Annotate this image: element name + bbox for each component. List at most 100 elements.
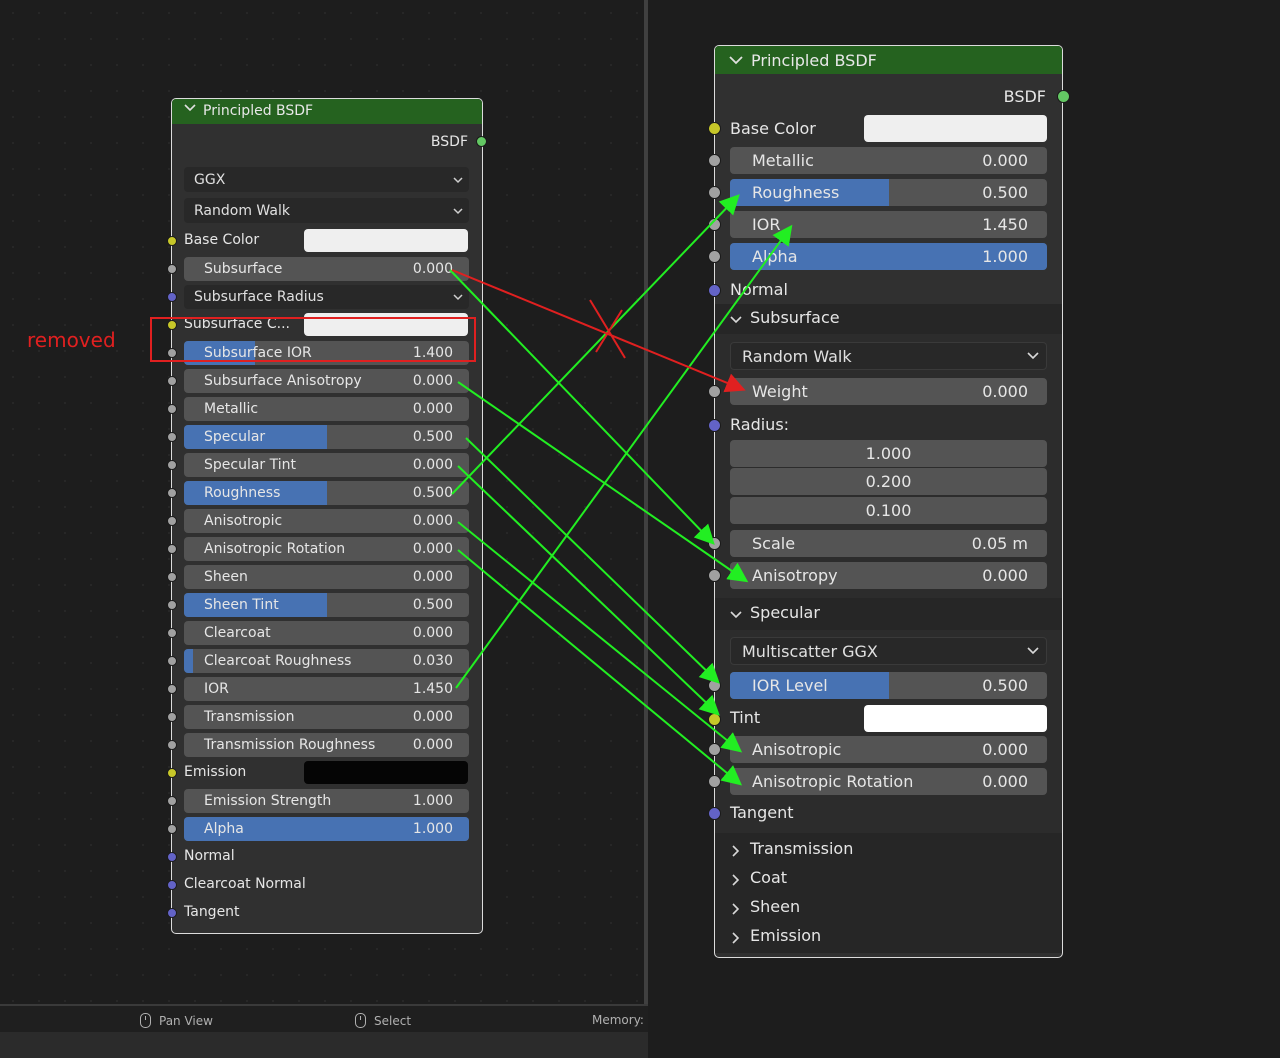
- ior-level-slider[interactable]: IOR Level 0.500: [730, 672, 1047, 699]
- subsurface-radius-socket[interactable]: [167, 292, 177, 302]
- emission-socket[interactable]: [167, 768, 177, 778]
- tint-label: Tint: [730, 708, 761, 727]
- base-color-swatch[interactable]: [864, 115, 1047, 142]
- scale-socket[interactable]: [708, 537, 721, 550]
- sheen-slider[interactable]: Sheen 0.000: [184, 565, 469, 589]
- base-color-socket[interactable]: [167, 236, 177, 246]
- collapse-chevron-icon[interactable]: [184, 102, 196, 118]
- bsdf-output-socket[interactable]: [476, 136, 487, 147]
- roughness-socket[interactable]: [708, 186, 721, 199]
- principled-bsdf-node-new[interactable]: Principled BSDF BSDF Base Color Metallic 0…: [708, 45, 1070, 958]
- clearcoat-roughness-slider[interactable]: Clearcoat Roughness 0.030: [184, 649, 469, 673]
- weight-slider[interactable]: Weight 0.000: [730, 378, 1047, 405]
- radius-field[interactable]: 0.200: [730, 468, 1047, 495]
- chevron-right-icon[interactable]: [729, 930, 743, 949]
- specular-socket[interactable]: [167, 432, 177, 442]
- subsurface-radius-dropdown[interactable]: Subsurface Radius: [184, 285, 469, 309]
- anisotropic-socket[interactable]: [167, 516, 177, 526]
- tangent-socket[interactable]: [167, 908, 177, 918]
- specular-slider[interactable]: Specular 0.500: [184, 425, 469, 449]
- anisotropic-rotation-value: 0.000: [412, 541, 453, 557]
- normal-label: Normal: [184, 848, 235, 864]
- chevron-right-icon[interactable]: [729, 901, 743, 920]
- clearcoat-roughness-socket[interactable]: [167, 656, 177, 666]
- weight-socket[interactable]: [708, 385, 721, 398]
- anisotropic-slider[interactable]: Anisotropic 0.000: [184, 509, 469, 533]
- anisotropic-rotation-socket[interactable]: [708, 775, 721, 788]
- specular-method-dropdown[interactable]: Multiscatter GGX: [730, 637, 1047, 665]
- alpha-socket[interactable]: [708, 250, 721, 263]
- subsurface-slider[interactable]: Subsurface 0.000: [184, 257, 469, 281]
- alpha-slider[interactable]: Alpha 1.000: [730, 243, 1047, 270]
- normal-socket[interactable]: [708, 284, 721, 297]
- subsurface-anisotropy-slider[interactable]: Subsurface Anisotropy 0.000: [184, 369, 469, 393]
- metallic-socket[interactable]: [708, 154, 721, 167]
- ior-slider[interactable]: IOR 1.450: [184, 677, 469, 701]
- subsurface-method-dropdown[interactable]: Random Walk: [184, 198, 469, 223]
- transmission-socket[interactable]: [167, 712, 177, 722]
- principled-bsdf-node-old[interactable]: Principled BSDF BSDF GGX Random Walk Bas…: [167, 98, 487, 934]
- subsurface-socket[interactable]: [167, 264, 177, 274]
- radius-socket[interactable]: [708, 419, 721, 432]
- anisotropic-socket[interactable]: [708, 743, 721, 756]
- anisotropic-rotation-socket[interactable]: [167, 544, 177, 554]
- node-header[interactable]: Principled BSDF: [172, 99, 482, 124]
- bsdf-output-socket[interactable]: [1057, 90, 1070, 103]
- chevron-right-icon[interactable]: [729, 872, 743, 891]
- roughness-socket[interactable]: [167, 488, 177, 498]
- anisotropy-slider[interactable]: Anisotropy 0.000: [730, 562, 1047, 589]
- node-title: Principled BSDF: [203, 103, 314, 119]
- collapse-chevron-icon[interactable]: [729, 52, 743, 71]
- transmission-roughness-socket[interactable]: [167, 740, 177, 750]
- clearcoat-slider[interactable]: Clearcoat 0.000: [184, 621, 469, 645]
- base-color-socket[interactable]: [708, 122, 721, 135]
- metallic-slider[interactable]: Metallic 0.000: [730, 147, 1047, 174]
- anisotropic-rotation-slider[interactable]: Anisotropic Rotation 0.000: [184, 537, 469, 561]
- roughness-slider[interactable]: Roughness 0.500: [184, 481, 469, 505]
- node-header[interactable]: Principled BSDF: [715, 46, 1062, 74]
- emission-strength-socket[interactable]: [167, 796, 177, 806]
- clearcoat-normal-socket[interactable]: [167, 880, 177, 890]
- chevron-right-icon[interactable]: [729, 843, 743, 862]
- radius-field[interactable]: 1.000: [730, 440, 1047, 467]
- base-color-swatch[interactable]: [304, 229, 468, 252]
- roughness-slider[interactable]: Roughness 0.500: [730, 179, 1047, 206]
- clearcoat-roughness-value: 0.030: [412, 653, 453, 669]
- alpha-socket[interactable]: [167, 824, 177, 834]
- sheen-socket[interactable]: [167, 572, 177, 582]
- normal-socket[interactable]: [167, 852, 177, 862]
- panel-sheen[interactable]: Sheen: [750, 897, 800, 916]
- ior-slider[interactable]: IOR 1.450: [730, 211, 1047, 238]
- metallic-socket[interactable]: [167, 404, 177, 414]
- ior-socket[interactable]: [167, 684, 177, 694]
- sheen-tint-socket[interactable]: [167, 600, 177, 610]
- specular-tint-slider[interactable]: Specular Tint 0.000: [184, 453, 469, 477]
- subsurface-anisotropy-socket[interactable]: [167, 376, 177, 386]
- transmission-roughness-slider[interactable]: Transmission Roughness 0.000: [184, 733, 469, 757]
- specular-tint-socket[interactable]: [167, 460, 177, 470]
- collapse-chevron-icon[interactable]: [729, 607, 743, 626]
- tangent-socket[interactable]: [708, 807, 721, 820]
- radius-field[interactable]: 0.100: [730, 497, 1047, 524]
- metallic-slider[interactable]: Metallic 0.000: [184, 397, 469, 421]
- emission-swatch[interactable]: [304, 761, 468, 784]
- tint-swatch[interactable]: [864, 705, 1047, 732]
- panel-emission[interactable]: Emission: [750, 926, 821, 945]
- emission-strength-slider[interactable]: Emission Strength 1.000: [184, 789, 469, 813]
- subsurface-method-dropdown[interactable]: Random Walk: [730, 342, 1047, 370]
- anisotropy-socket[interactable]: [708, 569, 721, 582]
- panel-transmission[interactable]: Transmission: [750, 839, 853, 858]
- ior-socket[interactable]: [708, 218, 721, 231]
- panel-coat[interactable]: Coat: [750, 868, 787, 887]
- ior-level-socket[interactable]: [708, 679, 721, 692]
- anisotropic-slider[interactable]: Anisotropic 0.000: [730, 736, 1047, 763]
- tint-socket[interactable]: [708, 713, 721, 726]
- transmission-slider[interactable]: Transmission 0.000: [184, 705, 469, 729]
- clearcoat-socket[interactable]: [167, 628, 177, 638]
- anisotropic-rotation-slider[interactable]: Anisotropic Rotation 0.000: [730, 768, 1047, 795]
- alpha-slider[interactable]: Alpha 1.000: [184, 817, 469, 841]
- distribution-dropdown[interactable]: GGX: [184, 167, 469, 192]
- scale-slider[interactable]: Scale 0.05 m: [730, 530, 1047, 557]
- sheen-tint-slider[interactable]: Sheen Tint 0.500: [184, 593, 469, 617]
- collapse-chevron-icon[interactable]: [729, 312, 743, 331]
